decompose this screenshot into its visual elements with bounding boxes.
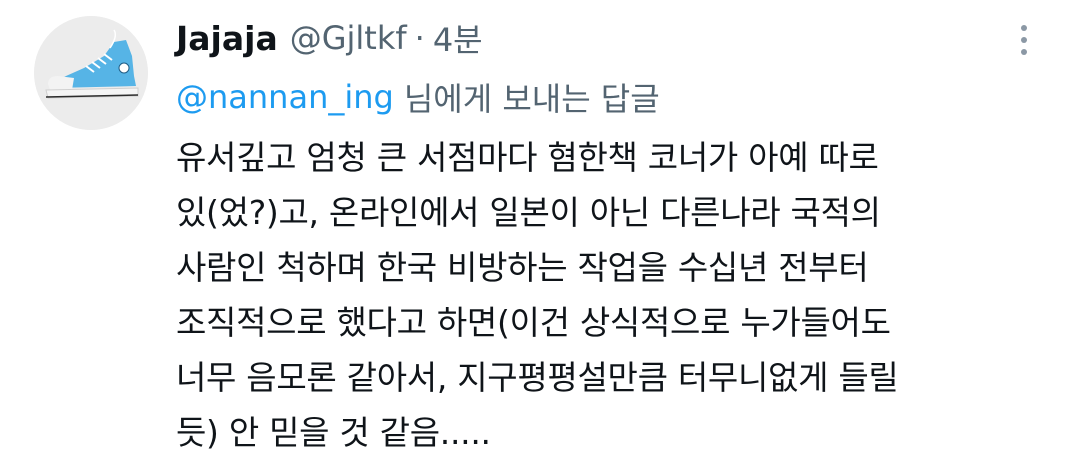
reply-suffix-text: 님에게 보내는 답글	[403, 80, 660, 118]
tweet-text-line: 듯) 안 믿을 것 같음.....	[176, 413, 491, 452]
tweet-text-line: 너무 음모론 같아서, 지구평평설만큼 터무니없게 들릴	[176, 358, 899, 397]
tweet-header: Jajaja @Gjltkf · 4분	[176, 14, 483, 62]
separator-dot: ·	[414, 19, 425, 57]
more-options-button[interactable]	[1004, 14, 1044, 66]
vertical-ellipsis-icon-dot	[1021, 37, 1027, 43]
tweet-text-line: 유서깊고 엄청 큰 서점마다 혐한책 코너가 아예 따로	[176, 138, 879, 177]
tweet-body: 유서깊고 엄청 큰 서점마다 혐한책 코너가 아예 따로 있(었?)고, 온라인…	[176, 130, 1056, 460]
sneaker-avatar-icon	[34, 16, 148, 130]
vertical-ellipsis-icon-dot	[1021, 49, 1027, 55]
reply-context: @nannan_ing 님에게 보내는 답글	[176, 72, 660, 122]
vertical-ellipsis-icon	[1021, 25, 1027, 31]
display-name[interactable]: Jajaja	[176, 19, 278, 58]
avatar[interactable]	[34, 16, 148, 130]
tweet-text-line: 조직적으로 했다고 하면(이건 상식적으로 누가들어도	[176, 303, 891, 342]
tweet-text-line: 있(었?)고, 온라인에서 일본이 아닌 다른나라 국적의	[176, 193, 881, 232]
timestamp[interactable]: 4분	[433, 15, 483, 61]
reply-mention-link[interactable]: @nannan_ing	[176, 78, 394, 116]
user-handle[interactable]: @Gjltkf	[290, 19, 407, 57]
tweet-text-line: 사람인 척하며 한국 비방하는 작업을 수십년 전부터	[176, 248, 869, 287]
